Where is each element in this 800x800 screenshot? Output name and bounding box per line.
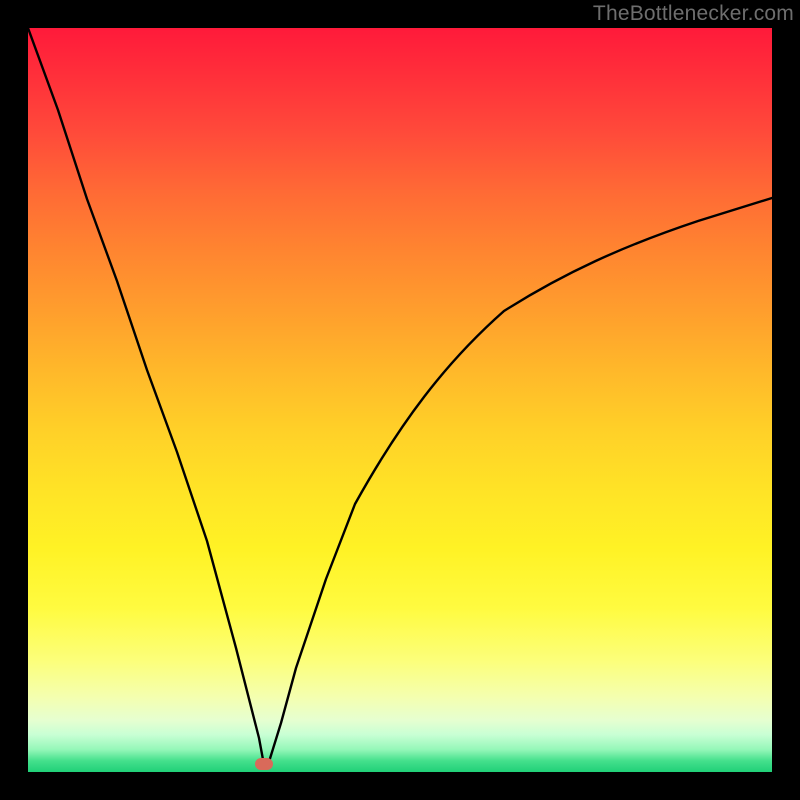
- plot-container: [28, 28, 772, 772]
- watermark-text: TheBottlenecker.com: [593, 2, 794, 26]
- gradient-background: [28, 28, 772, 772]
- optimal-point-marker: [255, 758, 273, 770]
